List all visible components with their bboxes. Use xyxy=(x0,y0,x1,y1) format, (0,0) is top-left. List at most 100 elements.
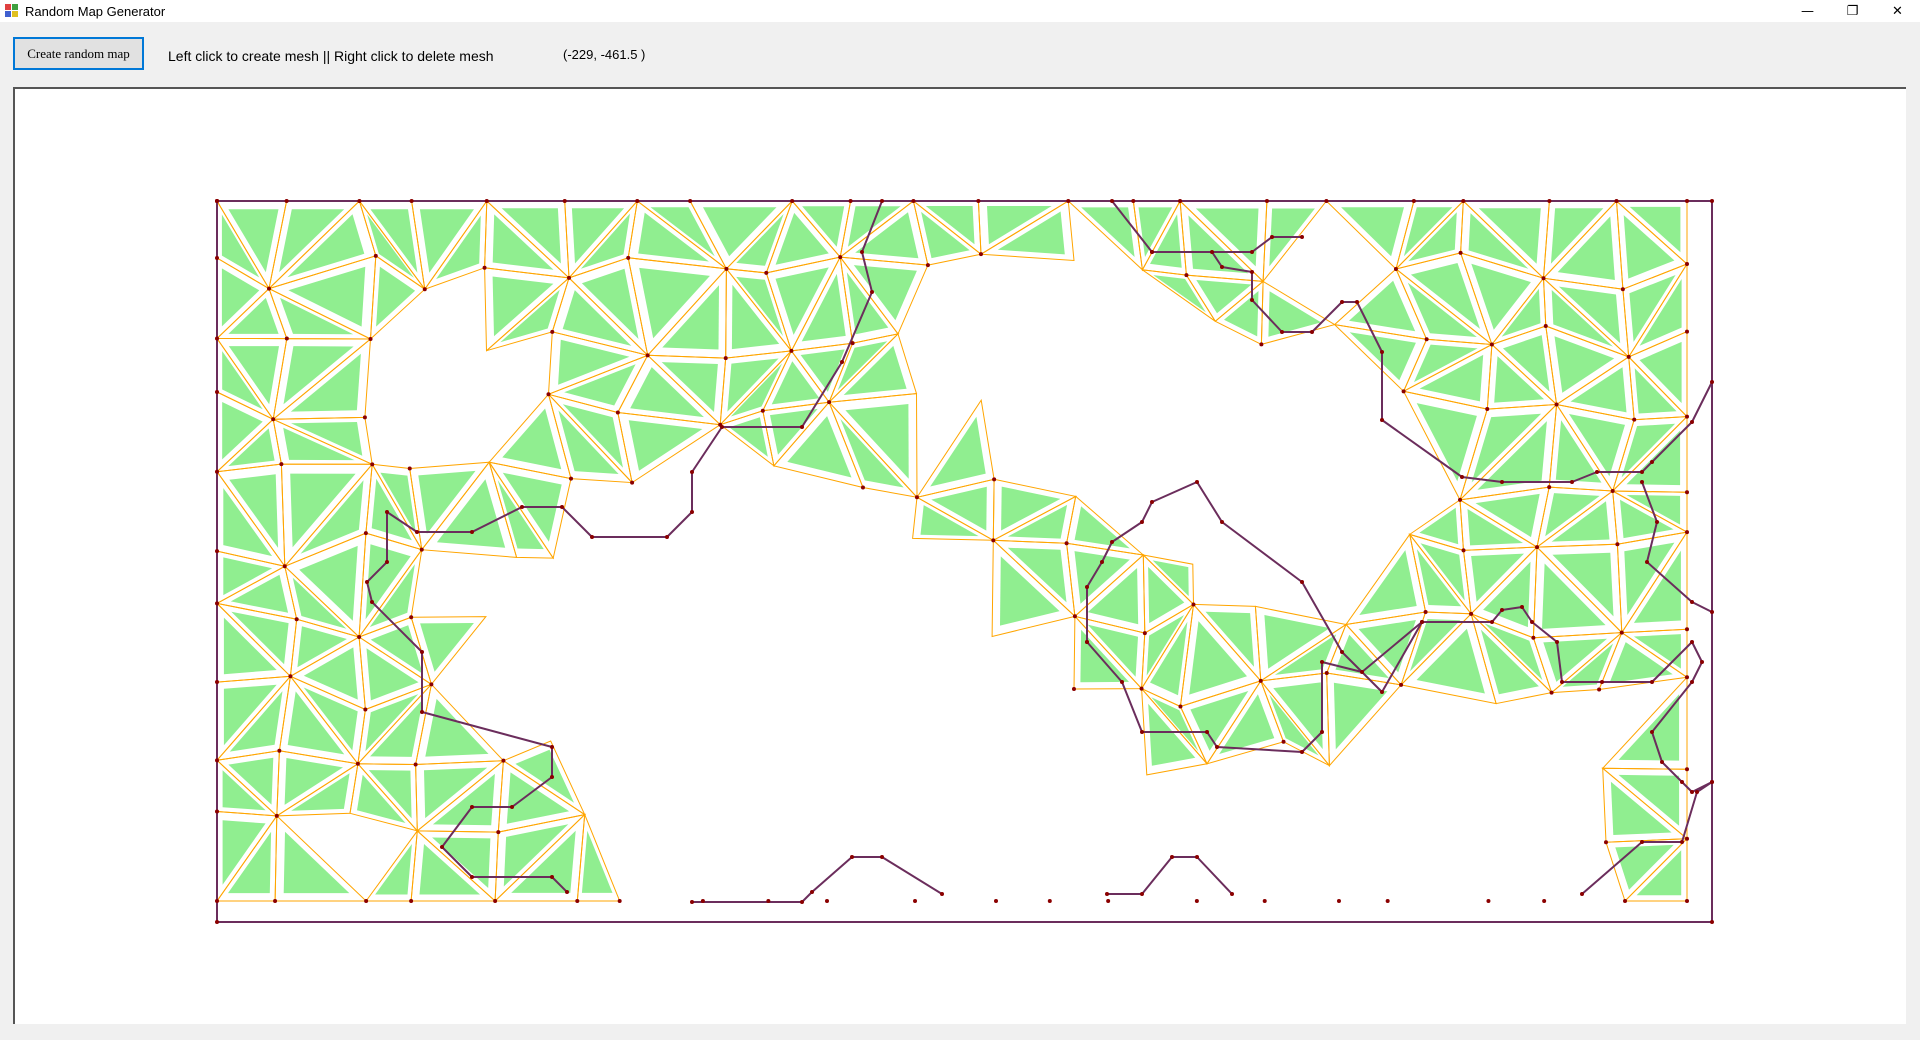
mesh-vertex xyxy=(1685,836,1689,841)
mesh-vertex xyxy=(1072,614,1077,619)
mesh-vertex xyxy=(1614,199,1619,203)
mesh-vertex xyxy=(215,549,219,554)
mesh-vertex xyxy=(1489,342,1494,347)
mesh-vertex xyxy=(1270,235,1274,239)
mesh-vertex xyxy=(838,255,843,260)
mesh-vertex xyxy=(1380,690,1384,694)
mesh-vertex xyxy=(1250,298,1254,302)
mesh-vertex xyxy=(1139,686,1144,691)
mesh-vertex xyxy=(1680,840,1684,844)
mesh-vertex xyxy=(1178,199,1183,203)
mesh-vertex xyxy=(1215,745,1219,749)
mesh-vertex xyxy=(1191,602,1196,607)
mesh-vertex xyxy=(419,547,424,552)
mesh-vertex xyxy=(1420,620,1424,624)
mesh-vertex xyxy=(1531,635,1536,640)
mesh-vertex xyxy=(1380,350,1384,354)
mesh-vertex xyxy=(1320,660,1324,664)
mesh-vertex xyxy=(1110,199,1114,203)
mesh-vertex xyxy=(1680,780,1684,784)
mesh-triangle xyxy=(502,408,562,470)
mesh-vertex xyxy=(690,470,694,474)
mesh-vertex xyxy=(1500,608,1504,612)
mesh-vertex xyxy=(1710,780,1714,784)
mesh-vertex xyxy=(1280,330,1284,334)
mesh-vertex xyxy=(1110,540,1114,544)
mesh-vertex xyxy=(1570,480,1574,484)
mesh-vertex xyxy=(1690,600,1694,604)
mesh-vertex xyxy=(1685,627,1689,632)
mesh-vertex xyxy=(810,890,814,894)
mesh-vertex xyxy=(1700,660,1704,664)
mesh-vertex xyxy=(1340,300,1344,304)
mesh-vertex xyxy=(370,600,374,604)
mesh-vertex xyxy=(1597,687,1602,692)
mesh-vertex xyxy=(1660,760,1664,764)
mesh-vertex xyxy=(1490,620,1494,624)
mesh-vertex xyxy=(1685,899,1689,903)
mesh-vertex xyxy=(215,199,219,203)
mesh-vertex xyxy=(925,263,930,268)
mesh-vertex xyxy=(1424,337,1429,342)
mesh-vertex xyxy=(911,199,916,203)
mesh-vertex xyxy=(1685,530,1689,535)
mesh-vertex xyxy=(385,510,389,514)
maximize-button[interactable]: ❐ xyxy=(1830,0,1875,22)
mesh-vertex xyxy=(1685,329,1689,334)
mesh-triangle xyxy=(1074,506,1130,549)
mesh-vertex xyxy=(267,286,272,291)
mesh-vertex xyxy=(501,758,506,763)
minimize-button[interactable]: — xyxy=(1785,0,1830,22)
mesh-vertex xyxy=(630,480,635,485)
mesh-triangle-edge xyxy=(1142,269,1216,322)
mesh-vertex xyxy=(1336,899,1341,903)
mesh-vertex xyxy=(724,266,729,271)
mesh-vertex xyxy=(1140,730,1144,734)
mesh-vertex xyxy=(569,476,574,481)
cursor-coordinates: (-229, -461.5 ) xyxy=(563,47,646,62)
mesh-vertex xyxy=(1595,470,1599,474)
close-button[interactable]: ✕ xyxy=(1875,0,1920,22)
mesh-vertex xyxy=(1535,545,1540,550)
mesh-vertex xyxy=(1385,899,1390,903)
mesh-vertex xyxy=(1461,548,1466,553)
mesh-vertex xyxy=(1195,855,1199,859)
mesh-vertex xyxy=(1619,630,1624,635)
mesh-triangle xyxy=(1081,207,1135,257)
mesh-vertex xyxy=(880,855,884,859)
mesh-vertex xyxy=(409,199,414,203)
map-mesh[interactable] xyxy=(13,87,1906,1024)
mesh-vertex xyxy=(1300,235,1304,239)
mesh-vertex xyxy=(370,462,375,467)
mesh-vertex xyxy=(1710,610,1714,614)
mesh-vertex xyxy=(720,425,724,429)
mesh-vertex xyxy=(415,530,419,534)
restore-icon: ❐ xyxy=(1846,3,1859,19)
mesh-vertex xyxy=(1469,611,1474,616)
mesh-vertex xyxy=(429,682,434,687)
mesh-vertex xyxy=(215,469,219,474)
map-canvas[interactable] xyxy=(13,87,1906,1024)
mesh-vertex xyxy=(1685,767,1689,772)
mesh-vertex xyxy=(635,199,640,203)
mesh-vertex xyxy=(1458,497,1463,502)
mesh-vertex xyxy=(215,758,219,763)
mesh-vertex xyxy=(422,287,427,292)
create-random-map-button[interactable]: Create random map xyxy=(13,37,144,70)
mesh-vertex xyxy=(1685,490,1689,495)
mesh-vertex xyxy=(800,900,804,904)
window-title: Random Map Generator xyxy=(25,3,166,19)
mesh-vertex xyxy=(645,353,650,358)
mesh-vertex xyxy=(1150,250,1154,254)
mesh-vertex xyxy=(1281,739,1286,744)
mesh-vertex xyxy=(420,650,424,654)
mesh-triangle xyxy=(1416,403,1477,482)
mesh-vertex xyxy=(550,329,555,334)
mesh-vertex xyxy=(690,900,694,904)
mesh-vertex xyxy=(1380,418,1384,422)
mesh-vertex xyxy=(1194,899,1199,903)
mesh-vertex xyxy=(1399,682,1404,687)
mesh-vertex xyxy=(840,360,844,364)
mesh-triangle xyxy=(375,844,412,895)
mesh-vertex xyxy=(1620,287,1625,292)
